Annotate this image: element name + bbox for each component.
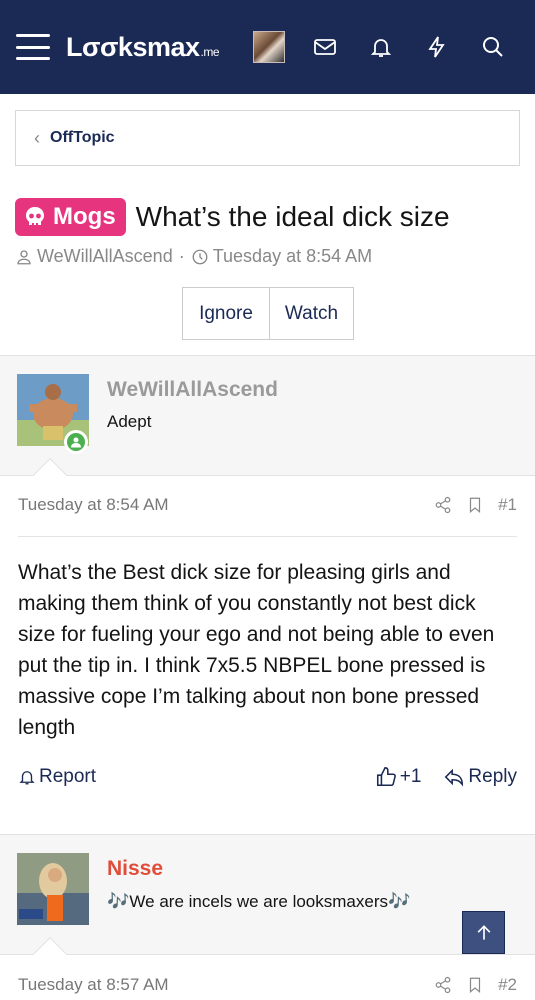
clock-icon	[192, 249, 208, 264]
post-user-title: Adept	[107, 412, 152, 431]
logo-text: Lσσksmax	[66, 31, 200, 62]
message-pointer	[33, 937, 67, 971]
thread-buttons: Ignore Watch	[182, 287, 354, 340]
user-icon	[17, 249, 31, 264]
reaction-count: +1	[399, 766, 422, 787]
thread-title-row: Mogs What’s the ideal dick size	[15, 198, 450, 236]
mail-icon[interactable]	[297, 19, 353, 75]
thread-prefix-badge[interactable]: Mogs	[15, 198, 126, 236]
user-online-icon	[71, 437, 81, 448]
thread-author[interactable]: WeWillAllAscend	[37, 246, 173, 267]
scroll-to-top-button[interactable]	[462, 911, 505, 954]
reply-button[interactable]: Reply	[443, 766, 517, 788]
nav-icons	[241, 0, 521, 94]
message-pointer	[33, 458, 67, 492]
bolt-icon[interactable]	[409, 19, 465, 75]
post-user-block: Nisse 🎶 We are incels we are looksmaxers…	[0, 834, 535, 971]
post-username[interactable]: Nisse	[107, 857, 163, 881]
reply-label: Reply	[468, 766, 517, 787]
online-indicator	[64, 430, 88, 454]
like-button[interactable]: +1	[375, 766, 422, 788]
post-number[interactable]: #1	[498, 495, 517, 515]
meta-separator: ·	[178, 246, 185, 266]
share-icon[interactable]	[434, 976, 452, 994]
music-note-icon: 🎶	[107, 891, 130, 911]
bell-icon	[19, 771, 35, 785]
post-username[interactable]: WeWillAllAscend	[107, 378, 278, 402]
bell-icon[interactable]	[353, 19, 409, 75]
bookmark-icon[interactable]	[466, 976, 484, 994]
thread-date[interactable]: Tuesday at 8:54 AM	[213, 246, 372, 267]
site-logo[interactable]: Lσσksmax .me	[66, 31, 220, 63]
watch-button[interactable]: Watch	[269, 288, 353, 339]
post-number[interactable]: #2	[498, 975, 517, 995]
post-actions: Report +1 Reply	[18, 766, 517, 788]
post-body: What’s the Best dick size for pleasing g…	[18, 561, 495, 739]
reply-icon	[445, 768, 464, 787]
search-icon[interactable]	[465, 19, 521, 75]
bookmark-icon[interactable]	[466, 496, 484, 514]
post-date[interactable]: Tuesday at 8:54 AM	[18, 495, 169, 515]
user-avatar	[253, 31, 285, 63]
report-label: Report	[39, 766, 97, 787]
post-meta: Tuesday at 8:54 AM #1	[18, 495, 517, 515]
arrow-up-icon	[477, 924, 490, 940]
post-user-block: WeWillAllAscend Adept	[0, 355, 535, 492]
breadcrumb-label[interactable]: OffTopic	[50, 129, 115, 147]
ignore-button[interactable]: Ignore	[183, 288, 269, 339]
thread-meta: WeWillAllAscend · Tuesday at 8:54 AM	[15, 246, 372, 267]
skull-icon	[26, 207, 44, 225]
logo-suffix: .me	[200, 44, 220, 59]
share-icon[interactable]	[434, 496, 452, 514]
chevron-left-icon: ‹	[34, 127, 40, 148]
account-avatar-button[interactable]	[241, 19, 297, 75]
post-meta: Tuesday at 8:57 AM #2	[18, 975, 517, 995]
user-title-text: We are incels we are looksmaxers	[129, 891, 388, 911]
post-divider	[18, 536, 517, 537]
report-button[interactable]: Report	[18, 766, 96, 788]
post-user-title: 🎶 We are incels we are looksmaxers 🎶	[107, 891, 410, 912]
top-navigation-bar: Lσσksmax .me	[0, 0, 535, 94]
thumbs-up-icon	[376, 767, 396, 787]
prefix-label: Mogs	[53, 203, 116, 230]
music-note-icon: 🎶	[387, 891, 411, 911]
avatar[interactable]	[17, 853, 89, 925]
thread-title: What’s the ideal dick size	[135, 201, 450, 232]
menu-icon[interactable]	[16, 34, 50, 60]
breadcrumb[interactable]: ‹ OffTopic	[15, 110, 520, 166]
post-date[interactable]: Tuesday at 8:57 AM	[18, 975, 169, 995]
